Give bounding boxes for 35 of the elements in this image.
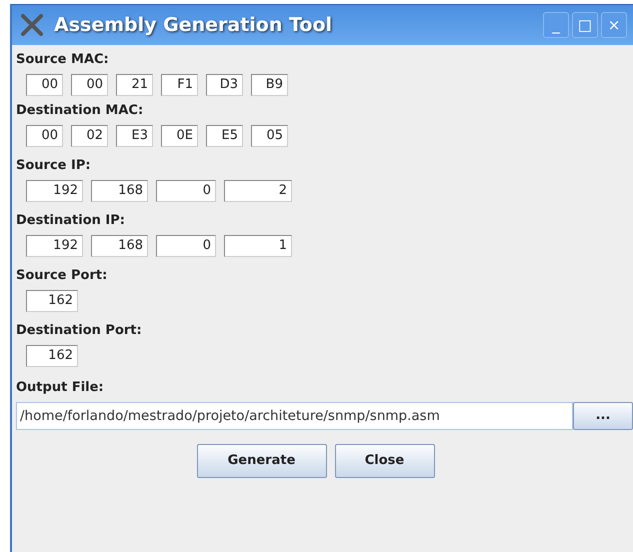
generate-button[interactable]: Generate (196, 444, 326, 478)
field-label: Destination Port: (16, 322, 143, 339)
x-logo-icon (20, 13, 44, 37)
input-field[interactable]: B9 (251, 74, 288, 96)
field-label: Source Port: (16, 267, 108, 284)
input-field[interactable]: 02 (71, 125, 108, 147)
input-field[interactable]: 192 (26, 180, 83, 202)
input-field[interactable]: 0E (161, 125, 198, 147)
input-field[interactable]: E3 (116, 125, 153, 147)
input-field[interactable]: 162 (26, 290, 78, 312)
field-label: Source MAC: (16, 51, 110, 68)
input-field[interactable]: 00 (71, 74, 108, 96)
input-field[interactable]: 05 (251, 125, 288, 147)
input-field[interactable]: 21 (116, 74, 153, 96)
input-field[interactable]: 00 (26, 74, 63, 96)
input-field[interactable]: 162 (26, 345, 78, 367)
field-label: Source IP: (16, 157, 92, 174)
input-field[interactable]: 2 (224, 180, 292, 202)
browse-button[interactable]: ... (573, 402, 633, 430)
input-field[interactable]: 00 (26, 125, 63, 147)
input-field[interactable]: F1 (161, 74, 198, 96)
input-field[interactable]: 0 (156, 235, 216, 257)
input-field[interactable]: D3 (206, 74, 243, 96)
input-field[interactable]: 1 (224, 235, 292, 257)
input-field[interactable]: 192 (26, 235, 83, 257)
field-label: Output File: (16, 379, 105, 396)
output-file-field[interactable]: /home/forlando/mestrado/projeto/architeture/snmp/snmp.asm (16, 402, 573, 430)
input-field[interactable]: 168 (91, 180, 148, 202)
input-field[interactable]: 168 (91, 235, 148, 257)
input-field[interactable]: 0 (156, 180, 216, 202)
field-label: Destination IP: (16, 212, 126, 229)
close-button[interactable]: Close (334, 444, 434, 478)
input-field[interactable]: E5 (206, 125, 243, 147)
field-label: Destination MAC: (16, 102, 144, 119)
window-title: Assembly Generation Tool (54, 12, 334, 38)
